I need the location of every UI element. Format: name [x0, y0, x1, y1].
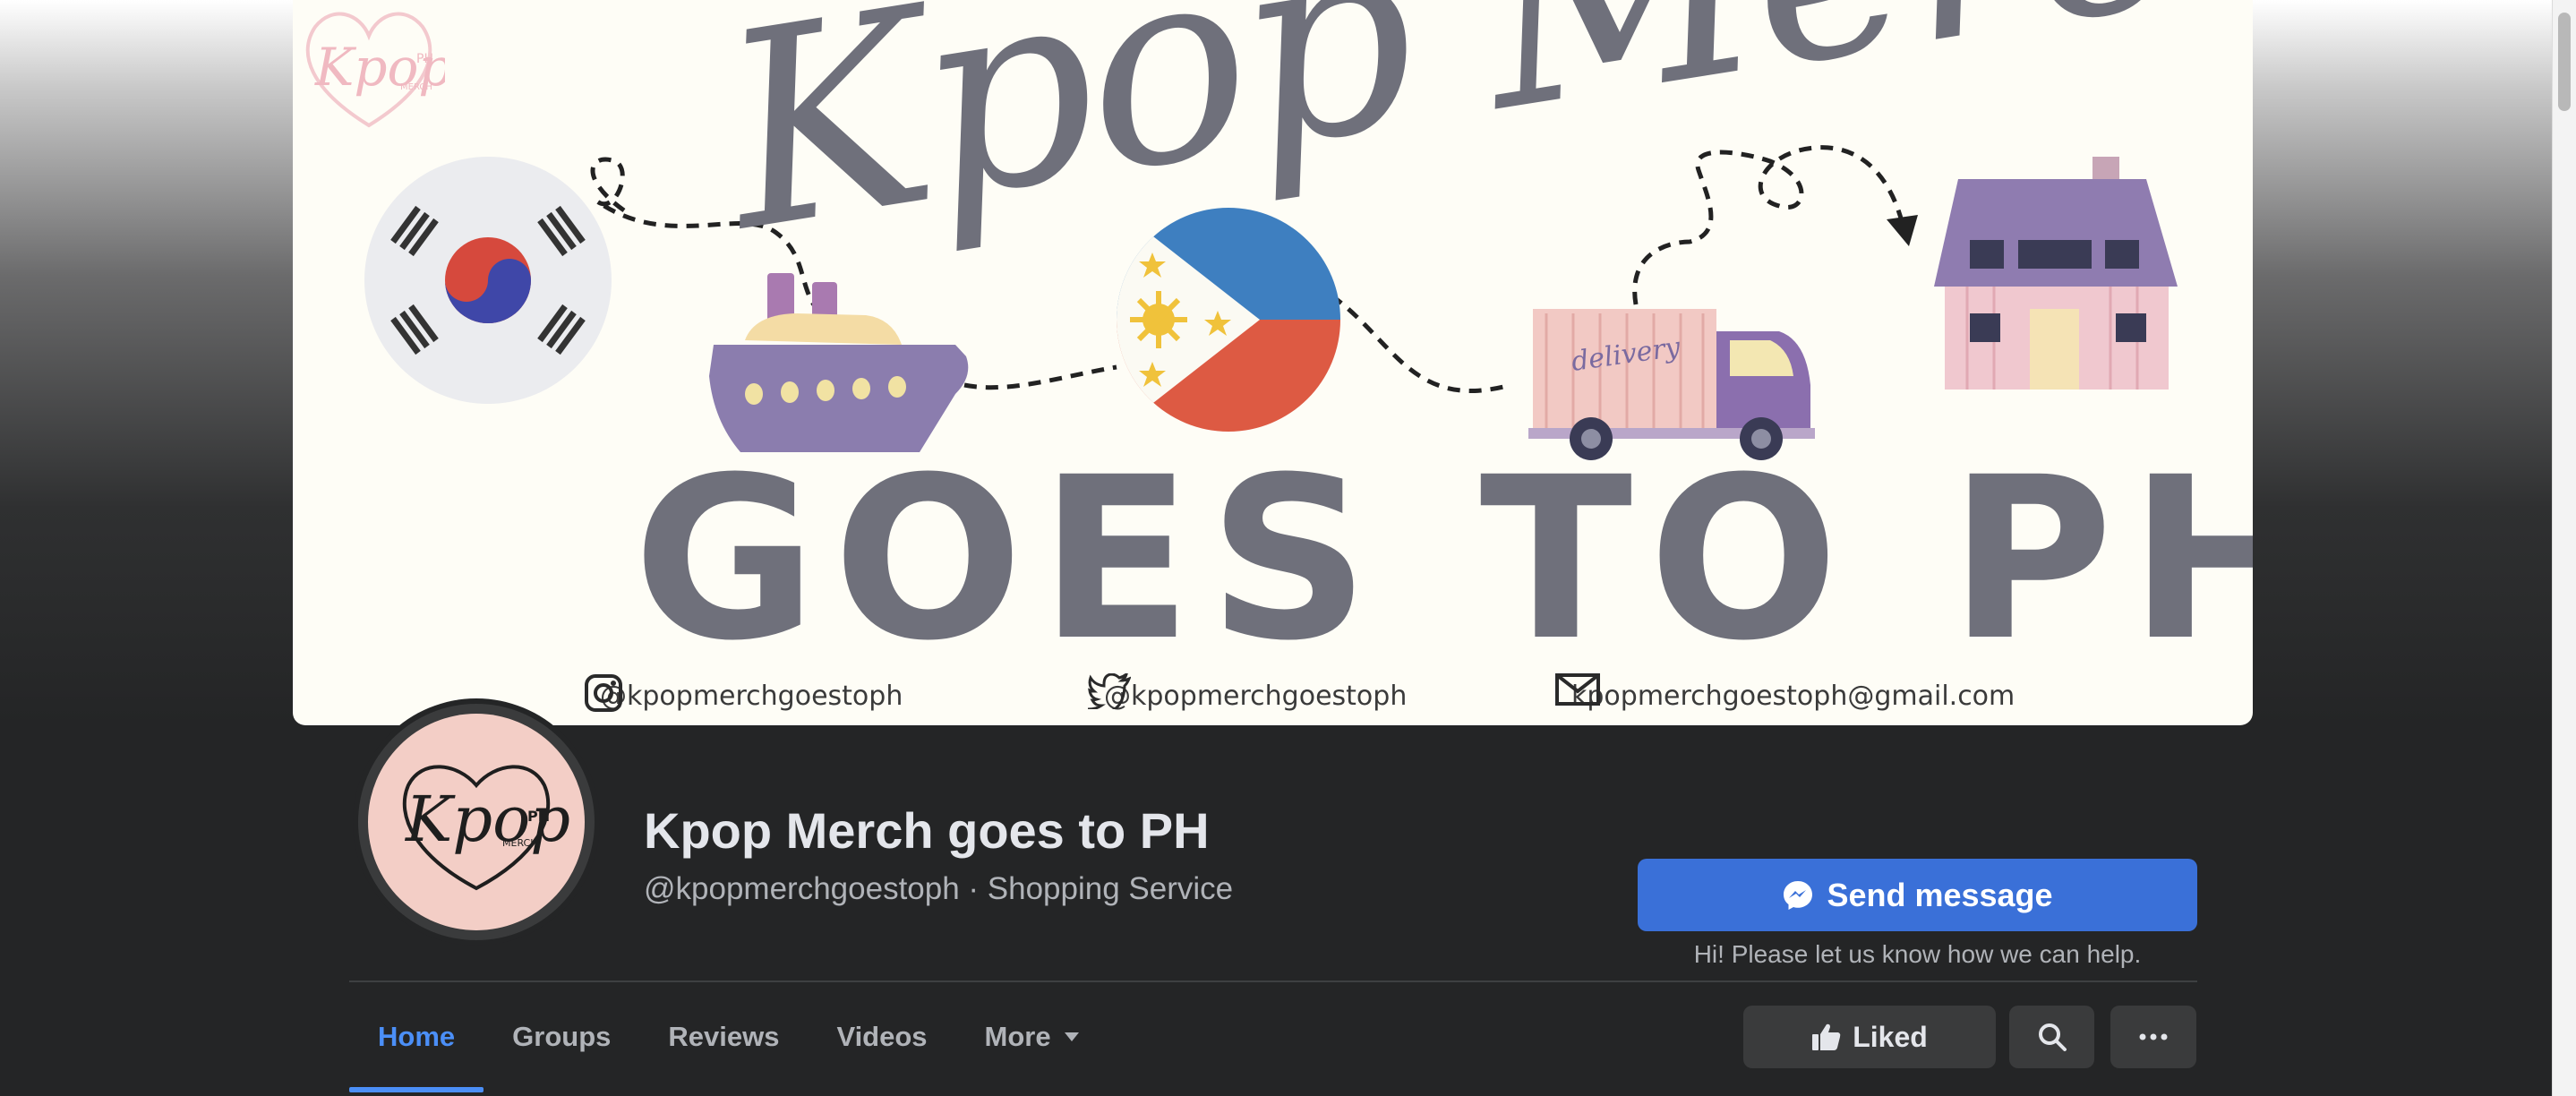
scrollbar-thumb[interactable] [2558, 13, 2571, 111]
liked-label: Liked [1853, 1020, 1928, 1053]
watermark-logo: Kpop PH MERCH [305, 12, 445, 128]
tab-more-label: More [984, 1021, 1051, 1052]
send-message-button[interactable]: Send message [1638, 859, 2197, 931]
house-icon [1934, 157, 2178, 390]
send-message-hint: Hi! Please let us know how we can help. [1693, 940, 2142, 968]
send-message-label: Send message [1827, 876, 2053, 913]
tab-groups[interactable]: Groups [484, 985, 639, 1089]
cover-big-title: GOES TO PH [633, 429, 2253, 689]
messenger-icon [1782, 879, 1814, 912]
search-button[interactable] [2009, 1006, 2094, 1068]
search-icon [2037, 1022, 2067, 1052]
liked-button[interactable]: Liked [1743, 1006, 1996, 1068]
header-divider [349, 980, 2197, 982]
more-icon [2139, 1033, 2168, 1040]
route-arrow-head [1887, 215, 1918, 246]
cover-email: kpopmerchgoestoph@gmail.com [1555, 673, 2015, 718]
tab-videos-label: Videos [836, 1021, 928, 1052]
profile-picture[interactable]: Kpop PH MERCH [368, 714, 585, 930]
profile-logo: Kpop PH MERCH [402, 765, 570, 891]
cover-photo[interactable]: Kpop Merch delivery GOES TO PH Kpop PH M… [293, 0, 2253, 725]
page-tabs: Home Groups Reviews Videos More [349, 985, 1108, 1096]
instagram-handle: @kpopmerchgoestoph [600, 680, 903, 712]
twitter-handle: @kpopmerchgoestoph [1104, 680, 1408, 712]
more-options-button[interactable] [2110, 1006, 2196, 1068]
tab-home[interactable]: Home [349, 985, 484, 1092]
tab-videos[interactable]: Videos [808, 985, 955, 1089]
tab-reviews-label: Reviews [668, 1021, 780, 1052]
scrollbar[interactable] [2552, 0, 2576, 1096]
tab-groups-label: Groups [512, 1021, 612, 1052]
tab-reviews[interactable]: Reviews [639, 985, 808, 1089]
watermark-small-2: MERCH [400, 82, 432, 92]
korea-flag-icon [364, 157, 612, 404]
cover-twitter: @kpopmerchgoestoph [1088, 673, 1407, 718]
route-line-3 [1330, 293, 1511, 393]
caret-down-icon [1064, 1032, 1080, 1042]
page-title: Kpop Merch goes to PH [644, 802, 1210, 859]
tab-home-label: Home [378, 1021, 456, 1052]
profile-logo-small-1: PH [527, 808, 550, 825]
email-address: kpopmerchgoestoph@gmail.com [1571, 680, 2015, 712]
profile-logo-small-2: MERCH [502, 837, 538, 849]
route-line-2 [963, 364, 1117, 390]
watermark-small-1: PH [416, 52, 433, 66]
page-subtitle: @kpopmerchgoestoph · Shopping Service [644, 871, 1234, 906]
cover-instagram: @kpopmerchgoestoph [584, 673, 903, 718]
like-icon [1811, 1023, 1842, 1051]
tab-more[interactable]: More [956, 985, 1108, 1089]
